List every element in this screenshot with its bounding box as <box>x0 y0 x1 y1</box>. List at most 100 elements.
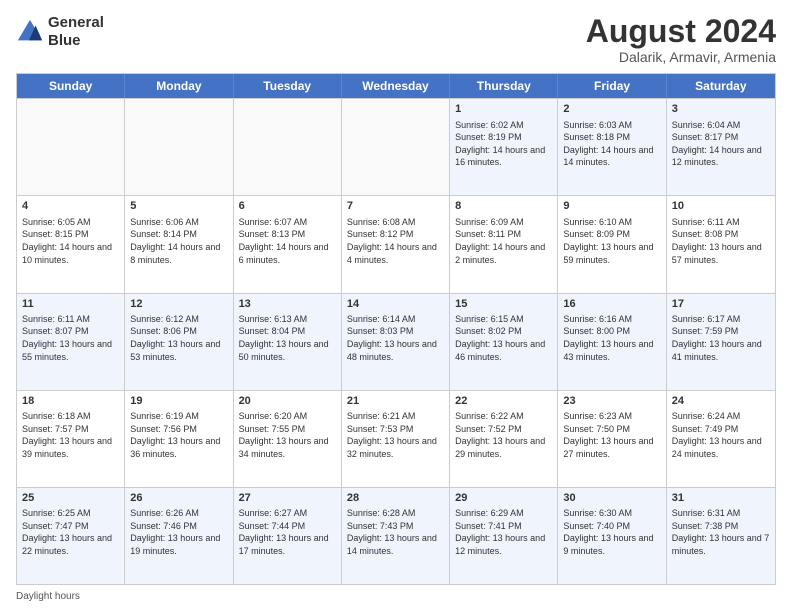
day-info: Sunrise: 6:26 AM Sunset: 7:46 PM Dayligh… <box>130 507 227 557</box>
day-info: Sunrise: 6:15 AM Sunset: 8:02 PM Dayligh… <box>455 313 552 363</box>
day-number: 9 <box>563 199 660 214</box>
calendar-cell: 2Sunrise: 6:03 AM Sunset: 8:18 PM Daylig… <box>558 99 666 195</box>
day-number: 16 <box>563 297 660 312</box>
calendar-cell <box>234 99 342 195</box>
day-number: 5 <box>130 199 227 214</box>
day-number: 10 <box>672 199 770 214</box>
day-number: 29 <box>455 491 552 506</box>
calendar-cell: 6Sunrise: 6:07 AM Sunset: 8:13 PM Daylig… <box>234 196 342 292</box>
day-number: 14 <box>347 297 444 312</box>
day-info: Sunrise: 6:08 AM Sunset: 8:12 PM Dayligh… <box>347 216 444 266</box>
day-number: 23 <box>563 394 660 409</box>
day-info: Sunrise: 6:28 AM Sunset: 7:43 PM Dayligh… <box>347 507 444 557</box>
day-number: 28 <box>347 491 444 506</box>
page: General Blue August 2024 Dalarik, Armavi… <box>0 0 792 612</box>
calendar-cell: 23Sunrise: 6:23 AM Sunset: 7:50 PM Dayli… <box>558 391 666 487</box>
header: General Blue August 2024 Dalarik, Armavi… <box>16 14 776 65</box>
logo-icon <box>16 18 44 46</box>
calendar-cell <box>17 99 125 195</box>
day-number: 21 <box>347 394 444 409</box>
footer-text: Daylight hours <box>16 591 80 602</box>
day-number: 12 <box>130 297 227 312</box>
day-info: Sunrise: 6:09 AM Sunset: 8:11 PM Dayligh… <box>455 216 552 266</box>
day-of-week-saturday: Saturday <box>667 74 775 98</box>
day-number: 11 <box>22 297 119 312</box>
day-info: Sunrise: 6:10 AM Sunset: 8:09 PM Dayligh… <box>563 216 660 266</box>
day-info: Sunrise: 6:20 AM Sunset: 7:55 PM Dayligh… <box>239 410 336 460</box>
calendar-cell: 31Sunrise: 6:31 AM Sunset: 7:38 PM Dayli… <box>667 488 775 584</box>
calendar-cell: 16Sunrise: 6:16 AM Sunset: 8:00 PM Dayli… <box>558 294 666 390</box>
day-number: 19 <box>130 394 227 409</box>
day-number: 1 <box>455 102 552 117</box>
logo: General Blue <box>16 14 104 50</box>
calendar-cell: 10 Sunrise: 6:11 AM Sunset: 8:08 PM Dayli… <box>667 196 775 292</box>
day-of-week-thursday: Thursday <box>450 74 558 98</box>
logo-line1: General <box>48 14 104 32</box>
day-info: Sunrise: 6:17 AM Sunset: 7:59 PM Dayligh… <box>672 313 770 363</box>
calendar-cell: 15Sunrise: 6:15 AM Sunset: 8:02 PM Dayli… <box>450 294 558 390</box>
calendar-cell: 1Sunrise: 6:02 AM Sunset: 8:19 PM Daylig… <box>450 99 558 195</box>
day-info: Sunrise: 6:21 AM Sunset: 7:53 PM Dayligh… <box>347 410 444 460</box>
calendar-row-5: 25Sunrise: 6:25 AM Sunset: 7:47 PM Dayli… <box>17 487 775 584</box>
calendar-cell: 9 Sunrise: 6:10 AM Sunset: 8:09 PM Daylig… <box>558 196 666 292</box>
day-info: Sunrise: 6:11 AM Sunset: 8:07 PM Dayligh… <box>22 313 119 363</box>
title-section: August 2024 Dalarik, Armavir, Armenia <box>586 14 776 65</box>
calendar-cell: 7Sunrise: 6:08 AM Sunset: 8:12 PM Daylig… <box>342 196 450 292</box>
calendar-cell: 24Sunrise: 6:24 AM Sunset: 7:49 PM Dayli… <box>667 391 775 487</box>
day-info: Sunrise: 6:24 AM Sunset: 7:49 PM Dayligh… <box>672 410 770 460</box>
day-info: Sunrise: 6:18 AM Sunset: 7:57 PM Dayligh… <box>22 410 119 460</box>
day-info: Sunrise: 6:29 AM Sunset: 7:41 PM Dayligh… <box>455 507 552 557</box>
calendar-row-1: 1Sunrise: 6:02 AM Sunset: 8:19 PM Daylig… <box>17 98 775 195</box>
day-info: Sunrise: 6:25 AM Sunset: 7:47 PM Dayligh… <box>22 507 119 557</box>
calendar-cell: 11Sunrise: 6:11 AM Sunset: 8:07 PM Dayli… <box>17 294 125 390</box>
calendar-cell: 28Sunrise: 6:28 AM Sunset: 7:43 PM Dayli… <box>342 488 450 584</box>
calendar-cell: 12Sunrise: 6:12 AM Sunset: 8:06 PM Dayli… <box>125 294 233 390</box>
calendar-cell: 20Sunrise: 6:20 AM Sunset: 7:55 PM Dayli… <box>234 391 342 487</box>
day-number: 17 <box>672 297 770 312</box>
calendar-cell: 22Sunrise: 6:22 AM Sunset: 7:52 PM Dayli… <box>450 391 558 487</box>
calendar-cell: 18Sunrise: 6:18 AM Sunset: 7:57 PM Dayli… <box>17 391 125 487</box>
calendar-cell: 13Sunrise: 6:13 AM Sunset: 8:04 PM Dayli… <box>234 294 342 390</box>
day-number: 15 <box>455 297 552 312</box>
calendar-cell: 30Sunrise: 6:30 AM Sunset: 7:40 PM Dayli… <box>558 488 666 584</box>
day-info: Sunrise: 6:14 AM Sunset: 8:03 PM Dayligh… <box>347 313 444 363</box>
calendar-body: 1Sunrise: 6:02 AM Sunset: 8:19 PM Daylig… <box>17 98 775 584</box>
day-info: Sunrise: 6:05 AM Sunset: 8:15 PM Dayligh… <box>22 216 119 266</box>
day-number: 22 <box>455 394 552 409</box>
day-info: Sunrise: 6:16 AM Sunset: 8:00 PM Dayligh… <box>563 313 660 363</box>
calendar-cell: 4Sunrise: 6:05 AM Sunset: 8:15 PM Daylig… <box>17 196 125 292</box>
day-info: Sunrise: 6:23 AM Sunset: 7:50 PM Dayligh… <box>563 410 660 460</box>
main-title: August 2024 <box>586 14 776 49</box>
calendar-row-2: 4Sunrise: 6:05 AM Sunset: 8:15 PM Daylig… <box>17 195 775 292</box>
day-info: Sunrise: 6:30 AM Sunset: 7:40 PM Dayligh… <box>563 507 660 557</box>
day-info: Sunrise: 6:31 AM Sunset: 7:38 PM Dayligh… <box>672 507 770 557</box>
calendar-row-3: 11Sunrise: 6:11 AM Sunset: 8:07 PM Dayli… <box>17 293 775 390</box>
day-number: 26 <box>130 491 227 506</box>
logo-line2: Blue <box>48 32 104 50</box>
day-of-week-friday: Friday <box>558 74 666 98</box>
calendar-cell: 29Sunrise: 6:29 AM Sunset: 7:41 PM Dayli… <box>450 488 558 584</box>
day-number: 18 <box>22 394 119 409</box>
calendar-cell: 27Sunrise: 6:27 AM Sunset: 7:44 PM Dayli… <box>234 488 342 584</box>
day-info: Sunrise: 6:03 AM Sunset: 8:18 PM Dayligh… <box>563 119 660 169</box>
day-info: Sunrise: 6:22 AM Sunset: 7:52 PM Dayligh… <box>455 410 552 460</box>
day-info: Sunrise: 6:12 AM Sunset: 8:06 PM Dayligh… <box>130 313 227 363</box>
calendar-cell <box>342 99 450 195</box>
day-info: Sunrise: 6:04 AM Sunset: 8:17 PM Dayligh… <box>672 119 770 169</box>
day-info: Sunrise: 6:11 AM Sunset: 8:08 PM Dayligh… <box>672 216 770 266</box>
footer: Daylight hours <box>16 591 776 602</box>
calendar-cell <box>125 99 233 195</box>
day-number: 13 <box>239 297 336 312</box>
day-of-week-tuesday: Tuesday <box>234 74 342 98</box>
day-info: Sunrise: 6:19 AM Sunset: 7:56 PM Dayligh… <box>130 410 227 460</box>
calendar-cell: 14Sunrise: 6:14 AM Sunset: 8:03 PM Dayli… <box>342 294 450 390</box>
calendar-cell: 8Sunrise: 6:09 AM Sunset: 8:11 PM Daylig… <box>450 196 558 292</box>
day-number: 6 <box>239 199 336 214</box>
day-info: Sunrise: 6:06 AM Sunset: 8:14 PM Dayligh… <box>130 216 227 266</box>
calendar-header: SundayMondayTuesdayWednesdayThursdayFrid… <box>17 74 775 98</box>
subtitle: Dalarik, Armavir, Armenia <box>586 49 776 65</box>
calendar: SundayMondayTuesdayWednesdayThursdayFrid… <box>16 73 776 585</box>
calendar-row-4: 18Sunrise: 6:18 AM Sunset: 7:57 PM Dayli… <box>17 390 775 487</box>
calendar-cell: 19Sunrise: 6:19 AM Sunset: 7:56 PM Dayli… <box>125 391 233 487</box>
calendar-cell: 5 Sunrise: 6:06 AM Sunset: 8:14 PM Daylig… <box>125 196 233 292</box>
